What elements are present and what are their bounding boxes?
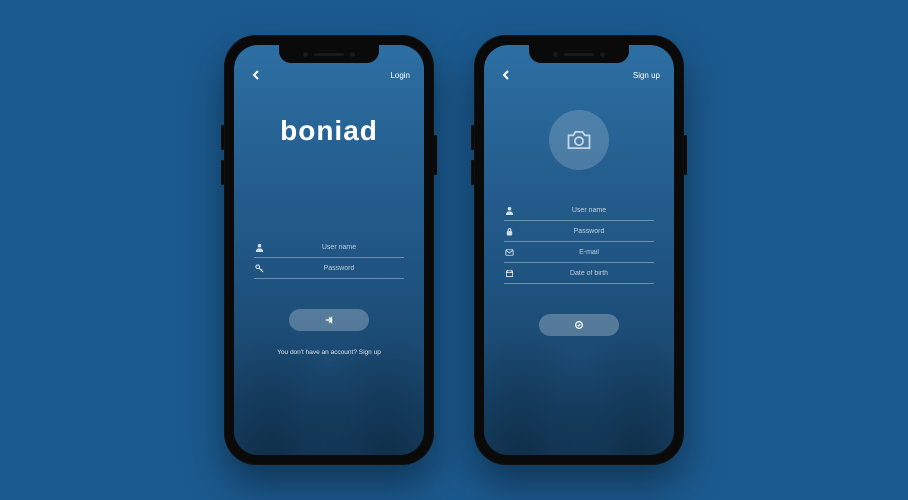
- signup-prompt-link[interactable]: You don't have an account? Sign up: [277, 349, 381, 356]
- login-arrow-icon: [324, 315, 334, 325]
- chevron-left-icon: [251, 70, 261, 80]
- login-submit-button[interactable]: [289, 309, 369, 331]
- notch: [529, 45, 629, 63]
- calendar-icon: [504, 268, 514, 278]
- login-link[interactable]: Login: [390, 71, 410, 80]
- volume-down-button: [221, 160, 224, 185]
- brand-logo: boniad: [280, 115, 378, 147]
- power-button: [684, 135, 687, 175]
- username-field-row: [504, 200, 654, 221]
- phone-mockup-signup: Sign up: [474, 35, 684, 465]
- user-icon: [254, 242, 264, 252]
- key-icon: [254, 263, 264, 273]
- login-screen: Login boniad: [234, 45, 424, 455]
- dob-input[interactable]: [524, 270, 654, 277]
- lock-icon: [504, 226, 514, 236]
- power-button: [434, 135, 437, 175]
- signup-link[interactable]: Sign up: [633, 71, 660, 80]
- signup-submit-button[interactable]: [539, 314, 619, 336]
- notch: [279, 45, 379, 63]
- volume-down-button: [471, 160, 474, 185]
- submit-icon: [574, 320, 584, 330]
- camera-icon: [565, 126, 593, 154]
- password-input[interactable]: [524, 228, 654, 235]
- password-field-row: [504, 221, 654, 242]
- volume-up-button: [221, 125, 224, 150]
- username-input[interactable]: [274, 244, 404, 251]
- avatar-upload-button[interactable]: [549, 110, 609, 170]
- phone-mockup-login: Login boniad: [224, 35, 434, 465]
- user-icon: [504, 205, 514, 215]
- back-button[interactable]: [248, 67, 264, 83]
- back-button[interactable]: [498, 67, 514, 83]
- username-input[interactable]: [524, 207, 654, 214]
- username-field-row: [254, 237, 404, 258]
- mail-icon: [504, 247, 514, 257]
- dob-field-row: [504, 263, 654, 284]
- password-input[interactable]: [274, 265, 404, 272]
- email-field-row: [504, 242, 654, 263]
- email-input[interactable]: [524, 249, 654, 256]
- chevron-left-icon: [501, 70, 511, 80]
- signup-screen: Sign up: [484, 45, 674, 455]
- volume-up-button: [471, 125, 474, 150]
- password-field-row: [254, 258, 404, 279]
